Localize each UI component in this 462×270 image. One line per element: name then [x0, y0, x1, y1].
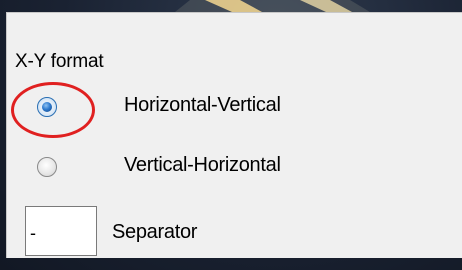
radio-unselected-icon[interactable]	[37, 157, 57, 177]
light-beam-glow	[175, 0, 370, 12]
option-label-horizontal-vertical: Horizontal-Vertical	[124, 94, 281, 116]
screenshot-scene: X-Y format Horizontal-Vertical Vertical-…	[0, 0, 462, 270]
separator-label: Separator	[112, 221, 198, 243]
separator-input[interactable]	[25, 206, 97, 256]
xy-format-panel: X-Y format Horizontal-Vertical Vertical-…	[6, 12, 462, 258]
group-title: X-Y format	[15, 51, 104, 72]
option-vertical-horizontal[interactable]: Vertical-Horizontal	[7, 153, 447, 183]
red-highlight-circle	[11, 82, 95, 138]
option-label-vertical-horizontal: Vertical-Horizontal	[124, 154, 281, 176]
